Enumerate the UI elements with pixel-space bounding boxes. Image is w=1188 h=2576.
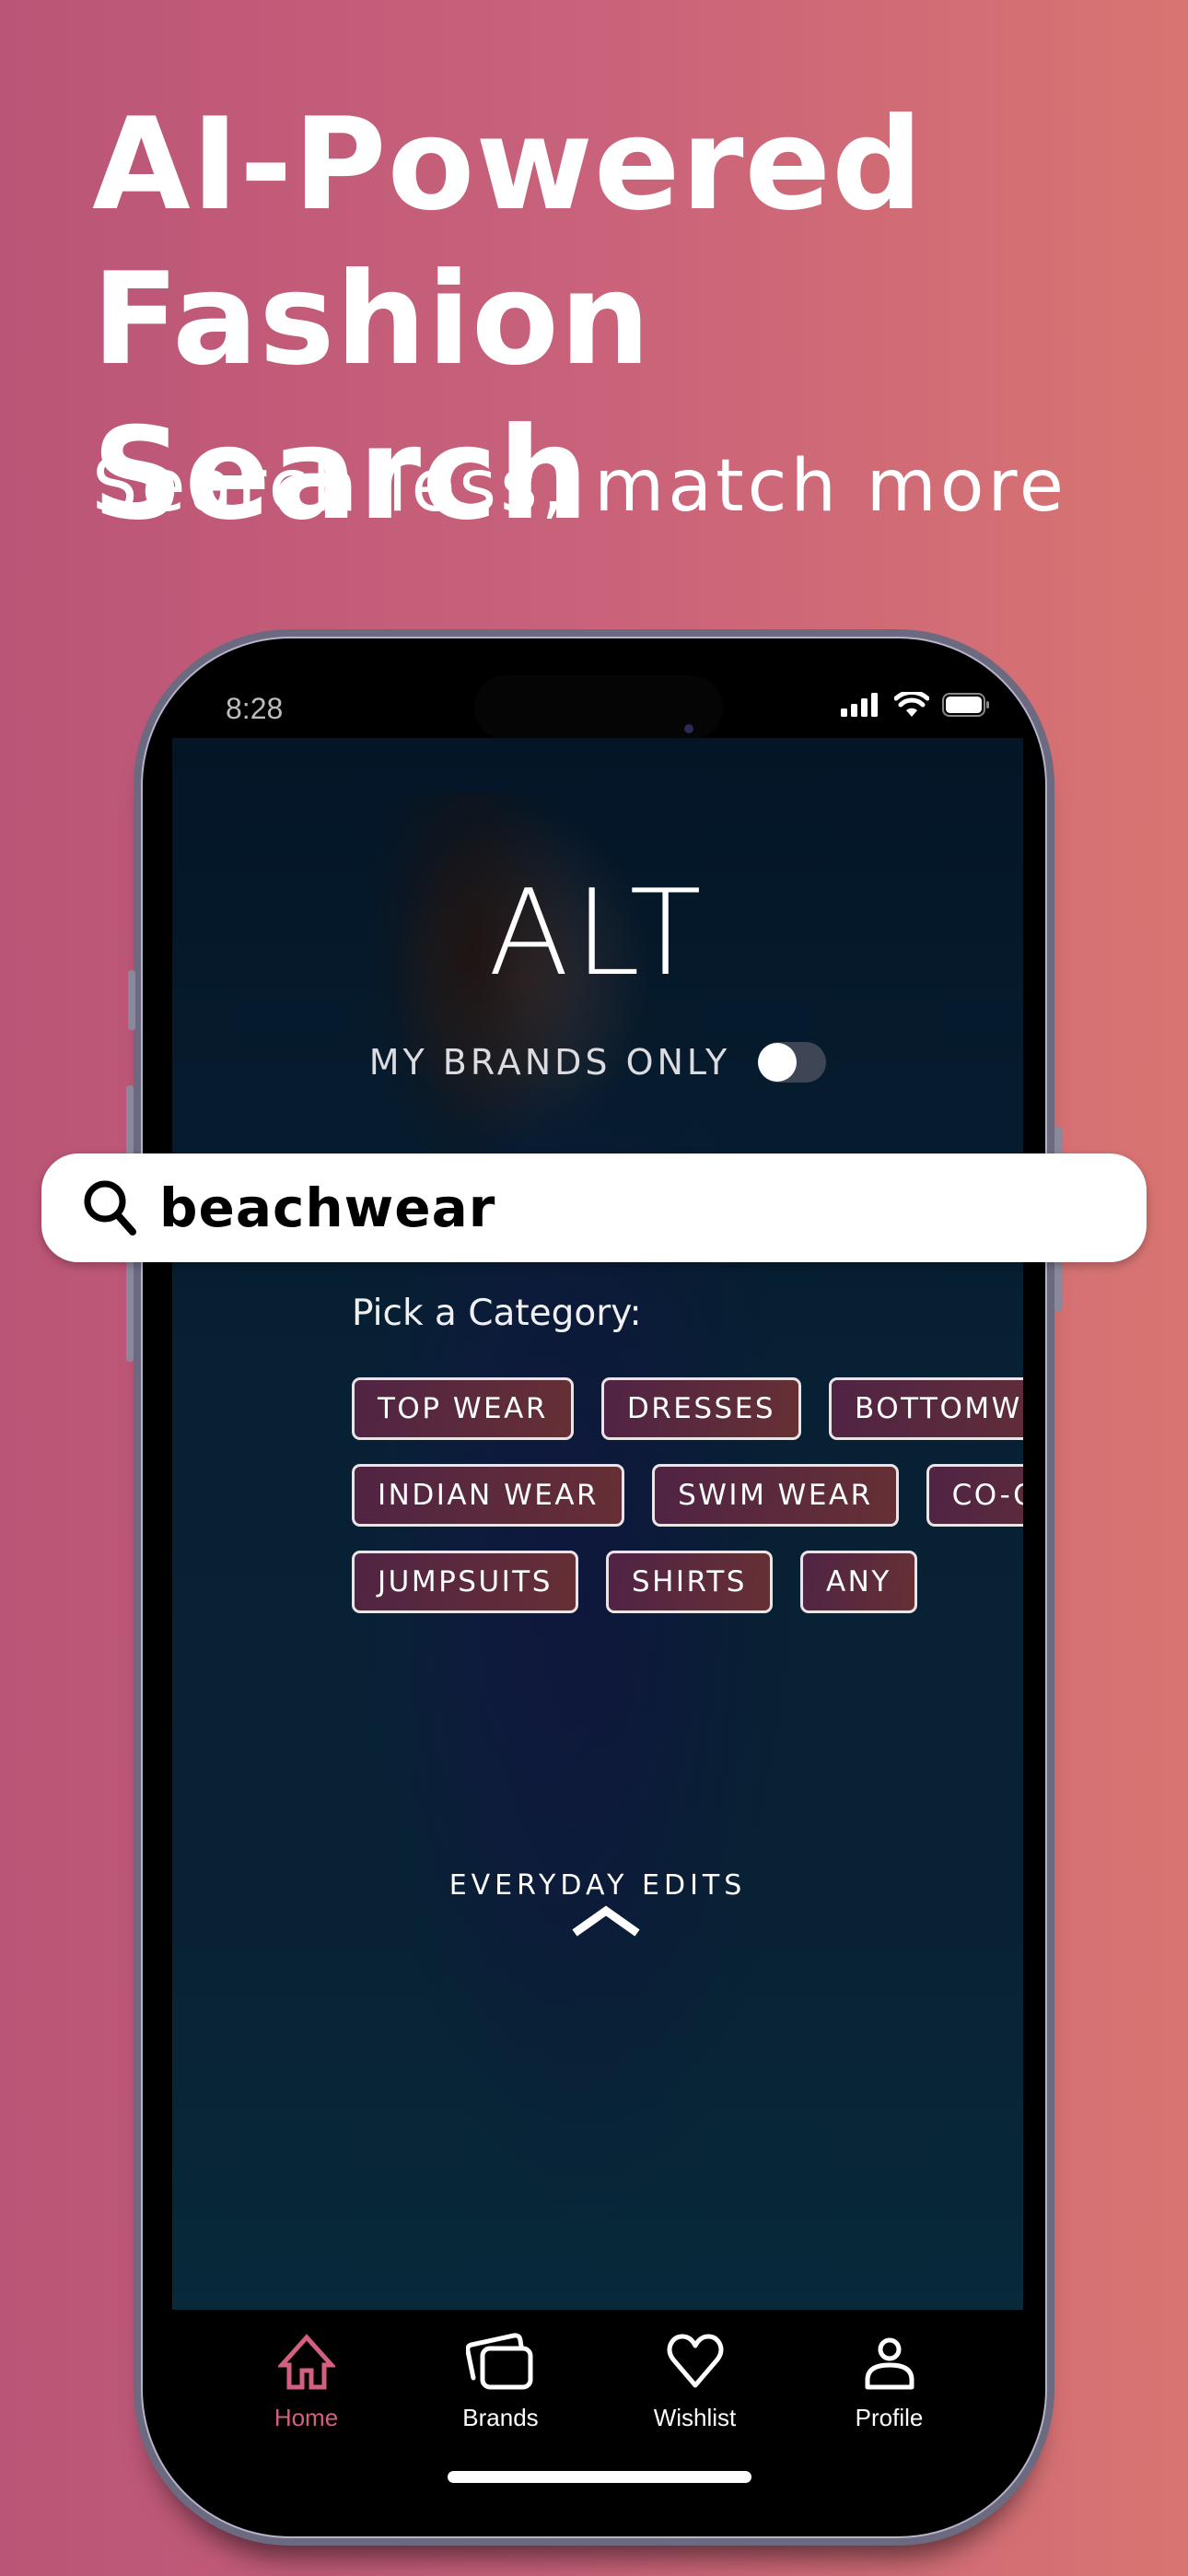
category-chip-swim-wear[interactable]: SWIM WEAR bbox=[652, 1464, 899, 1527]
tab-brands-label: Brands bbox=[462, 2404, 539, 2431]
search-icon bbox=[84, 1180, 136, 1235]
everyday-edits-label[interactable]: EVERYDAY EDITS bbox=[172, 1869, 1023, 1902]
promo-subheadline: Search less, match more bbox=[92, 445, 1067, 528]
phone-mockup: 8:28 ALT MY BRANDS ONLY Pick a Category:… bbox=[126, 629, 1062, 2546]
tab-brands[interactable]: Brands bbox=[427, 2328, 575, 2531]
wifi-icon bbox=[894, 692, 929, 717]
app-logo: ALT bbox=[488, 865, 707, 1002]
headline-line-1: AI-Powered bbox=[92, 90, 924, 239]
cellular-signal-icon bbox=[841, 693, 878, 717]
app-screen: ALT MY BRANDS ONLY Pick a Category: TOP … bbox=[172, 738, 1023, 2310]
status-time: 8:28 bbox=[226, 692, 284, 725]
category-chip-dresses[interactable]: DRESSES bbox=[600, 1377, 801, 1440]
chip-row: JUMPSUITS SHIRTS ANY bbox=[352, 1551, 1023, 1613]
category-chip-jumpsuits[interactable]: JUMPSUITS bbox=[352, 1551, 578, 1613]
category-chip-co-ords[interactable]: CO-ORDS bbox=[926, 1464, 1023, 1527]
battery-icon bbox=[942, 693, 989, 717]
search-input[interactable]: beachwear bbox=[41, 1153, 1147, 1262]
tab-home[interactable]: Home bbox=[233, 2328, 380, 2531]
category-chip-any[interactable]: ANY bbox=[799, 1551, 917, 1613]
tab-wishlist-label: Wishlist bbox=[653, 2404, 737, 2431]
chip-row: TOP WEAR DRESSES BOTTOMWEAR bbox=[352, 1377, 1023, 1440]
search-query-text[interactable]: beachwear bbox=[159, 1177, 495, 1239]
tab-wishlist[interactable]: Wishlist bbox=[622, 2328, 769, 2531]
home-indicator[interactable] bbox=[448, 2471, 751, 2483]
category-prompt: Pick a Category: bbox=[352, 1293, 642, 1334]
profile-icon bbox=[865, 2337, 914, 2390]
toggle-knob bbox=[758, 1043, 798, 1082]
brands-icon bbox=[465, 2333, 532, 2390]
category-chip-shirts[interactable]: SHIRTS bbox=[605, 1551, 773, 1613]
category-chips: TOP WEAR DRESSES BOTTOMWEAR INDIAN WEAR … bbox=[352, 1377, 1023, 1637]
category-chip-indian-wear[interactable]: INDIAN WEAR bbox=[352, 1464, 625, 1527]
tab-profile-label: Profile bbox=[855, 2404, 924, 2431]
category-chip-bottomwear[interactable]: BOTTOMWEAR bbox=[829, 1377, 1023, 1440]
my-brands-only-label: MY BRANDS ONLY bbox=[368, 1042, 731, 1083]
tab-bar: Home Brands Wishlist Profile bbox=[172, 2310, 1023, 2531]
status-icons bbox=[841, 692, 990, 718]
tab-profile[interactable]: Profile bbox=[816, 2328, 963, 2531]
action-button bbox=[128, 970, 135, 1030]
chip-row: INDIAN WEAR SWIM WEAR CO-ORDS bbox=[352, 1464, 1023, 1527]
camera-icon bbox=[684, 724, 693, 733]
my-brands-only-row: MY BRANDS ONLY bbox=[172, 1042, 1023, 1083]
my-brands-only-toggle[interactable] bbox=[758, 1042, 827, 1083]
home-icon bbox=[277, 2334, 335, 2390]
category-chip-top-wear[interactable]: TOP WEAR bbox=[352, 1377, 574, 1440]
chevron-up-icon[interactable] bbox=[571, 1905, 641, 1937]
heart-icon bbox=[667, 2334, 723, 2388]
tab-home-label: Home bbox=[274, 2404, 339, 2431]
